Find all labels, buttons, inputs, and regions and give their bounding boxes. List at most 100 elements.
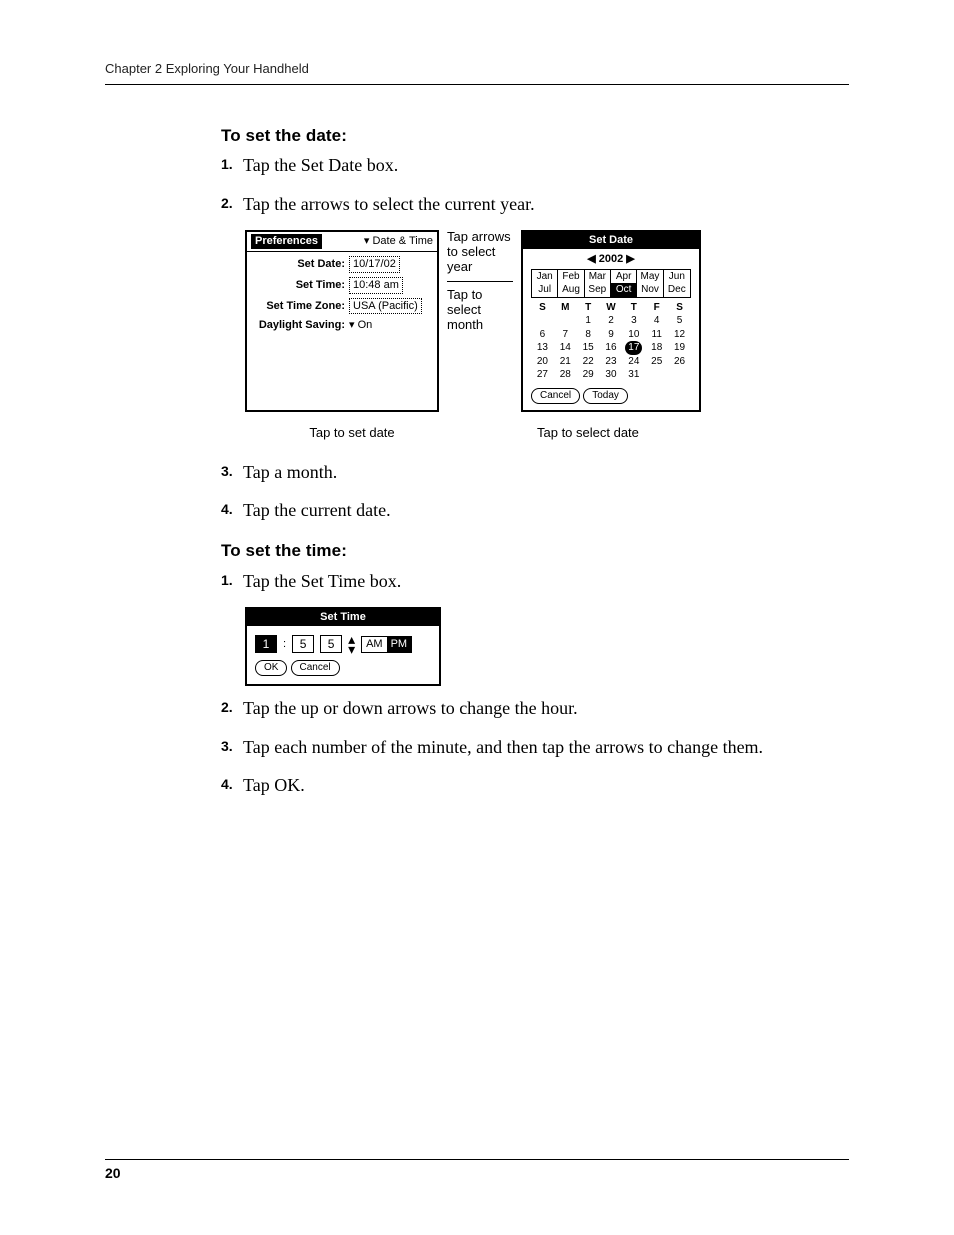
calendar-day[interactable]: 30 <box>600 368 623 382</box>
step-text: Tap a month. <box>243 460 337 484</box>
field-set-time[interactable]: 10:48 am <box>349 277 403 294</box>
step-number: 3. <box>221 735 243 759</box>
calendar-day[interactable]: 11 <box>645 328 668 342</box>
heading-set-time: To set the time: <box>221 540 841 563</box>
calendar-day[interactable]: 26 <box>668 355 691 369</box>
month-cell[interactable]: Feb <box>558 270 584 284</box>
month-cell[interactable]: May <box>637 270 663 284</box>
month-grid[interactable]: JanFebMarAprMayJun JulAugSepOctNovDec <box>531 269 691 298</box>
calendar-day[interactable]: 13 <box>531 341 554 355</box>
month-cell[interactable]: Jul <box>532 283 558 297</box>
label-dst: Daylight Saving: <box>253 318 349 333</box>
field-set-date[interactable]: 10/17/02 <box>349 256 400 273</box>
calendar-day[interactable]: 15 <box>577 341 600 355</box>
calendar-week: 20212223242526 <box>531 355 691 369</box>
month-cell[interactable]: Apr <box>611 270 637 284</box>
dow-cell: F <box>645 301 668 315</box>
month-cell[interactable]: Jun <box>664 270 690 284</box>
page-number: 20 <box>105 1159 849 1183</box>
steps-set-time-2: 2. Tap the up or down arrows to change t… <box>221 696 841 797</box>
label-set-time: Set Time: <box>253 278 349 293</box>
calendar-day[interactable]: 10 <box>622 328 645 342</box>
month-cell[interactable]: Mar <box>585 270 611 284</box>
month-cell[interactable]: Nov <box>637 283 663 297</box>
annotation-tap-arrows: Tap arrows to select year <box>447 230 513 275</box>
calendar-week: 2728293031 <box>531 368 691 382</box>
calendar-day[interactable]: 22 <box>577 355 600 369</box>
cancel-button[interactable]: Cancel <box>531 388 580 404</box>
month-cell[interactable]: Dec <box>664 283 690 297</box>
steps-set-date: 1. Tap the Set Date box. 2. Tap the arro… <box>221 153 841 216</box>
calendar-day[interactable]: 21 <box>554 355 577 369</box>
cancel-button[interactable]: Cancel <box>291 660 340 676</box>
ok-button[interactable]: OK <box>255 660 287 676</box>
step-text: Tap each number of the minute, and then … <box>243 735 763 759</box>
calendar-week: 13141516171819 <box>531 341 691 355</box>
year-navigation[interactable]: ◀ 2002 ▶ <box>523 249 699 269</box>
calendar-week: 6789101112 <box>531 328 691 342</box>
calendar-day[interactable]: 8 <box>577 328 600 342</box>
field-dst[interactable]: ▾ On <box>349 318 372 333</box>
set-date-title: Set Date <box>523 232 699 249</box>
month-cell[interactable]: Oct <box>611 283 637 297</box>
calendar-day[interactable]: 6 <box>531 328 554 342</box>
label-set-timezone: Set Time Zone: <box>253 299 349 314</box>
dow-cell: W <box>600 301 623 315</box>
dow-cell: T <box>577 301 600 315</box>
calendar-day <box>531 314 554 328</box>
prefs-menu[interactable]: ▾ Date & Time <box>364 234 433 249</box>
calendar-day[interactable]: 16 <box>600 341 623 355</box>
pm-option[interactable]: PM <box>387 637 412 652</box>
calendar-day[interactable]: 23 <box>600 355 623 369</box>
preferences-panel: Preferences ▾ Date & Time Set Date: 10/1… <box>245 230 439 412</box>
month-cell[interactable]: Sep <box>585 283 611 297</box>
calendar-day[interactable]: 14 <box>554 341 577 355</box>
annotation-tap-month: Tap to select month <box>447 288 513 333</box>
stepper-icon[interactable]: ▴▾ <box>348 634 355 654</box>
set-time-panel: Set Time 1 : 5 5 ▴▾ AM PM OK Cancel <box>245 607 441 686</box>
step-text: Tap the arrows to select the current yea… <box>243 192 535 216</box>
calendar-day[interactable]: 2 <box>600 314 623 328</box>
calendar-day[interactable]: 31 <box>622 368 645 382</box>
today-button[interactable]: Today <box>583 388 628 404</box>
annotations-column: Tap arrows to select year Tap to select … <box>447 230 513 339</box>
calendar-day[interactable]: 25 <box>645 355 668 369</box>
minute-ones-field[interactable]: 5 <box>320 635 342 653</box>
hour-field[interactable]: 1 <box>255 635 277 653</box>
figure-date: Preferences ▾ Date & Time Set Date: 10/1… <box>245 230 841 412</box>
calendar-day[interactable]: 18 <box>645 341 668 355</box>
calendar-day[interactable]: 9 <box>600 328 623 342</box>
calendar-day[interactable]: 5 <box>668 314 691 328</box>
step-number: 1. <box>221 153 243 177</box>
calendar-day[interactable]: 19 <box>668 341 691 355</box>
month-cell[interactable]: Jan <box>532 270 558 284</box>
ampm-toggle[interactable]: AM PM <box>361 636 412 653</box>
calendar-day[interactable]: 4 <box>645 314 668 328</box>
calendar-day <box>554 314 577 328</box>
calendar-day[interactable]: 28 <box>554 368 577 382</box>
am-option[interactable]: AM <box>362 637 387 652</box>
calendar-day[interactable]: 20 <box>531 355 554 369</box>
dow-cell: T <box>622 301 645 315</box>
calendar-day[interactable]: 3 <box>622 314 645 328</box>
calendar-day[interactable]: 29 <box>577 368 600 382</box>
calendar-day[interactable]: 12 <box>668 328 691 342</box>
calendar-day[interactable]: 27 <box>531 368 554 382</box>
calendar-day[interactable]: 7 <box>554 328 577 342</box>
set-date-panel: Set Date ◀ 2002 ▶ JanFebMarAprMayJun JulA… <box>521 230 701 412</box>
step-text: Tap the up or down arrows to change the … <box>243 696 578 720</box>
month-cell[interactable]: Aug <box>558 283 584 297</box>
caption-tap-select-date: Tap to select date <box>537 424 717 442</box>
set-time-title: Set Time <box>247 609 439 626</box>
dow-cell: S <box>531 301 554 315</box>
calendar-day <box>645 368 668 382</box>
step-number: 2. <box>221 192 243 216</box>
calendar-day[interactable]: 24 <box>622 355 645 369</box>
minute-tens-field[interactable]: 5 <box>292 635 314 653</box>
day-of-week-header: SMTWTFS <box>531 301 691 315</box>
field-set-timezone[interactable]: USA (Pacific) <box>349 298 422 315</box>
step-number: 2. <box>221 696 243 720</box>
calendar-day[interactable]: 17 <box>622 341 645 355</box>
calendar-day[interactable]: 1 <box>577 314 600 328</box>
step-text: Tap the Set Time box. <box>243 569 401 593</box>
